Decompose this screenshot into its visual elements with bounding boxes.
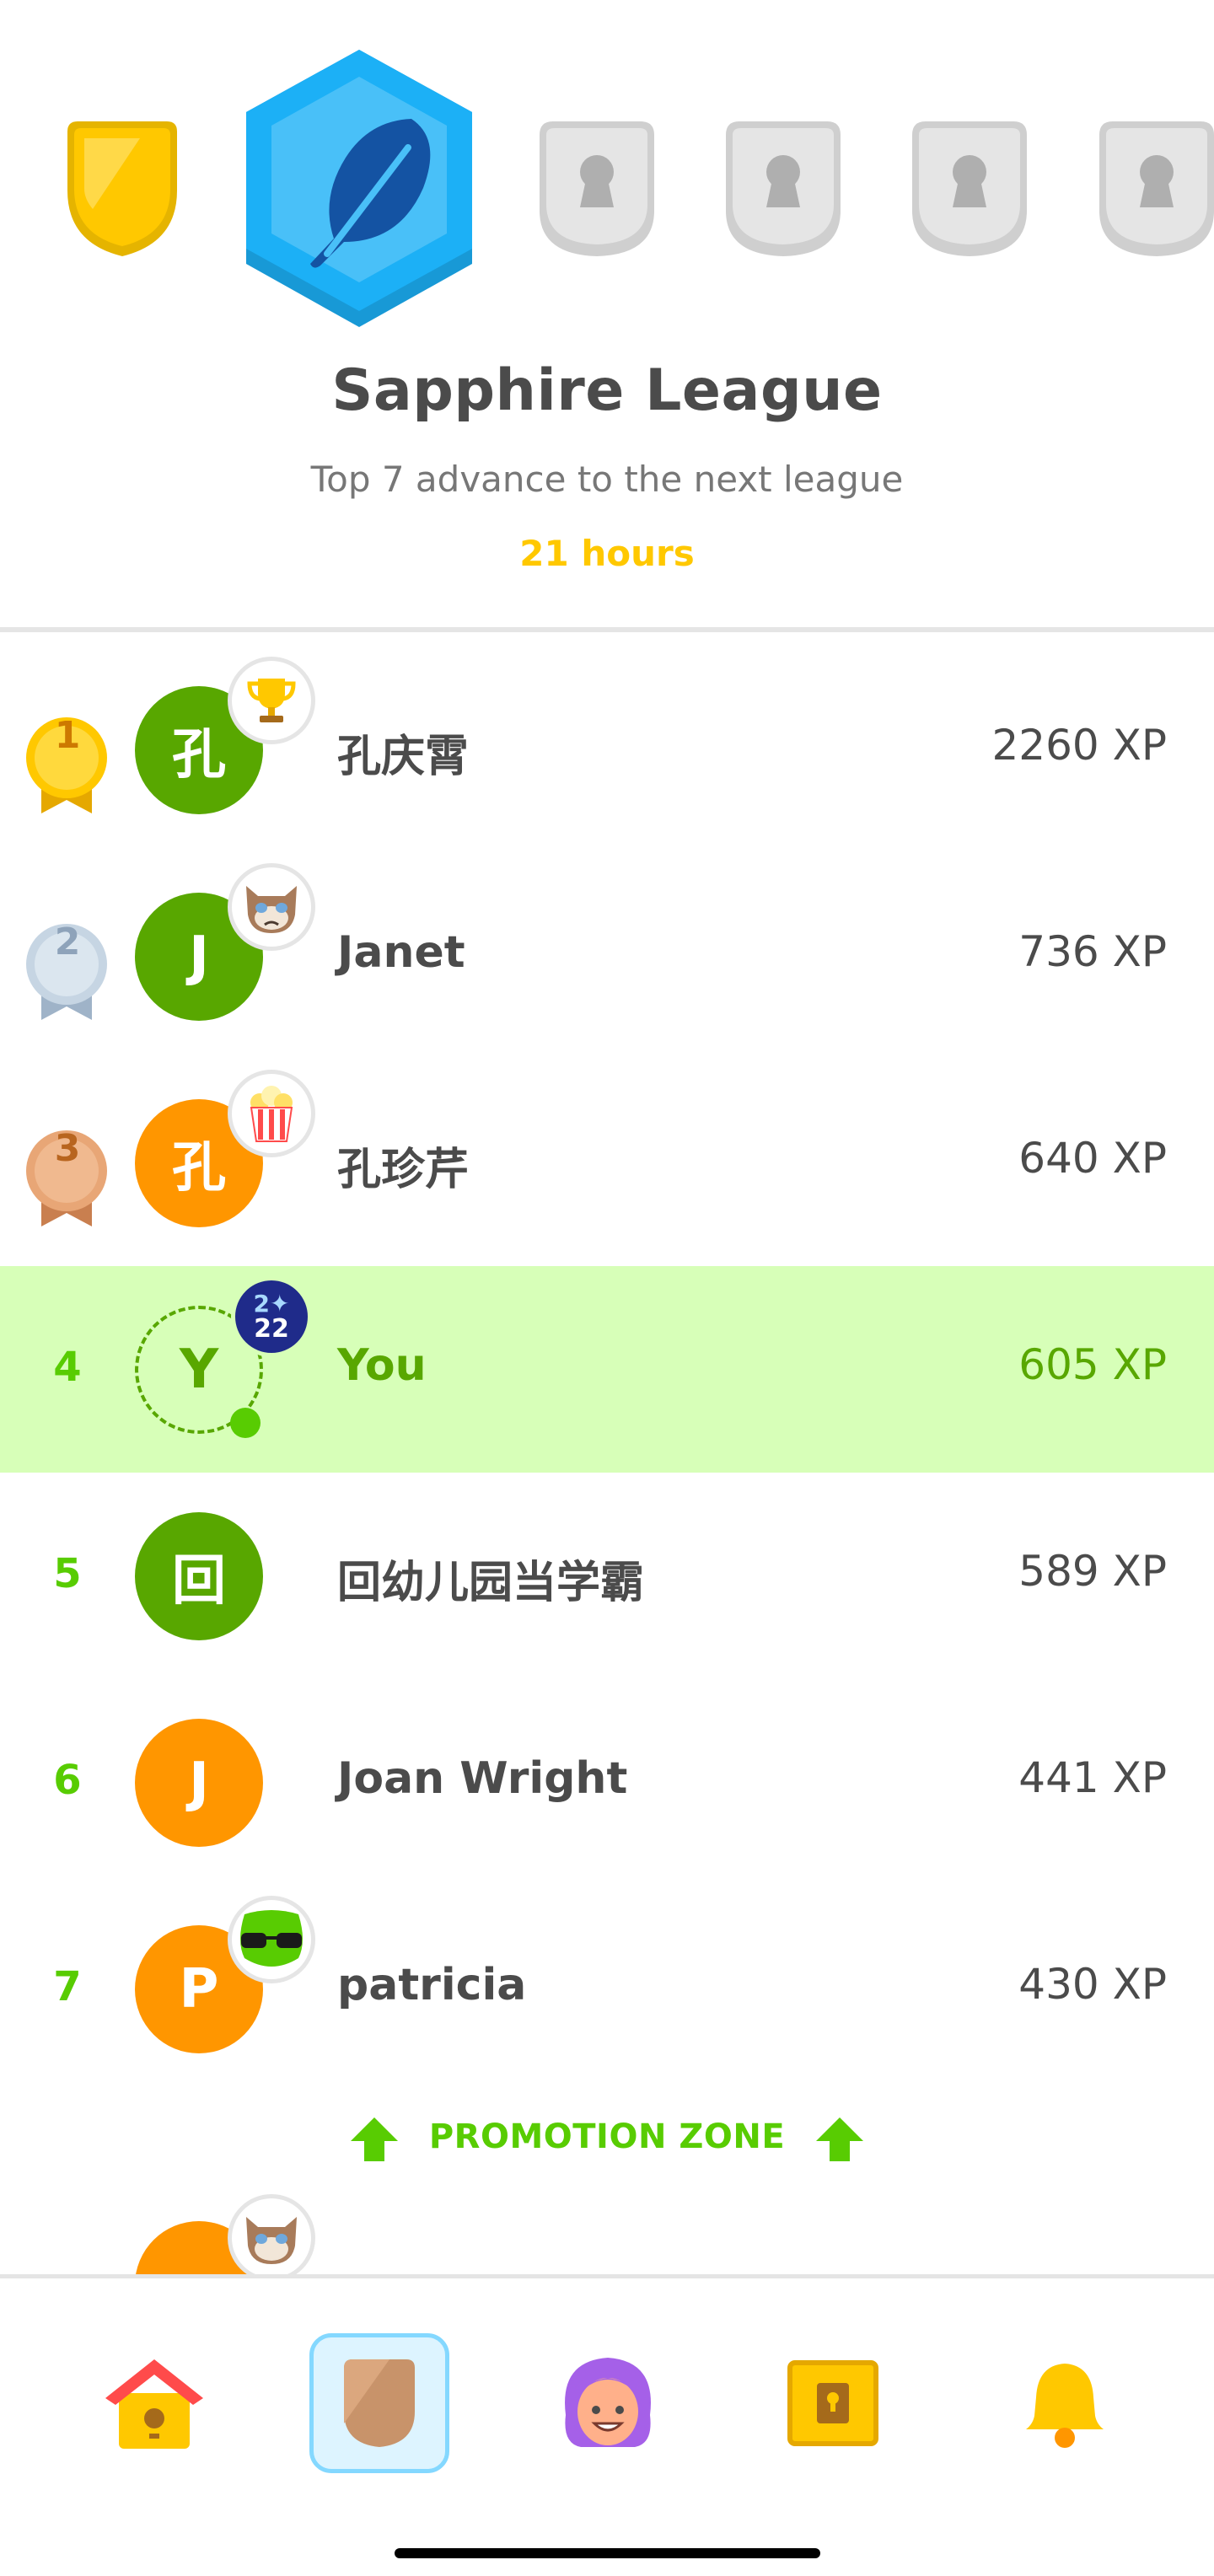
gold-league-badge-icon[interactable]: [59, 116, 185, 260]
nav-profile-button[interactable]: [538, 2333, 678, 2473]
leaderboard-row[interactable]: 6 J Joan Wright 441 XP: [0, 1679, 1214, 1886]
nav-alerts-button[interactable]: [995, 2333, 1135, 2473]
nav-home-button[interactable]: [84, 2333, 224, 2473]
user-xp: 589 XP: [1018, 1547, 1167, 1596]
year-badge-top: 2✦: [253, 1290, 290, 1318]
avatar[interactable]: 回: [135, 1512, 263, 1640]
nav-leagues-button[interactable]: [309, 2333, 449, 2473]
locked-league-badge-icon[interactable]: [905, 116, 1034, 260]
grumpy-cat-icon: [228, 2194, 315, 2274]
rank-number: 6: [53, 1757, 82, 1804]
promotion-zone-label: PROMOTION ZONE: [428, 2117, 786, 2156]
league-badge-strip: [0, 0, 1214, 354]
header-divider: [0, 627, 1214, 632]
birdhouse-icon: [105, 2359, 203, 2449]
treasure-chest-icon: [787, 2360, 878, 2446]
rank-number: 7: [53, 1963, 82, 2010]
user-xp: 2260 XP: [991, 721, 1167, 770]
league-time-left: 21 hours: [519, 533, 695, 574]
user-xp: 441 XP: [1018, 1753, 1167, 1802]
league-title: Sapphire League: [331, 357, 883, 424]
popcorn-icon: [228, 1070, 315, 1157]
year-badge-icon: 2✦ 22: [231, 1276, 312, 1357]
user-xp: 640 XP: [1018, 1134, 1167, 1183]
promotion-zone-divider: PROMOTION ZONE: [0, 2107, 1214, 2166]
user-name: patricia: [337, 1960, 527, 2010]
leaderboard-row-you[interactable]: 4 Y 2✦ 22 You 605 XP: [0, 1266, 1214, 1473]
user-name: Janet: [337, 927, 465, 978]
rank-number: 4: [53, 1344, 82, 1391]
leaderboard-row[interactable]: 3 孔 孔珍芹 640 XP: [0, 1060, 1214, 1266]
leaderboard-row[interactable]: 2 J Janet 736 XP: [0, 853, 1214, 1060]
online-indicator: [230, 1408, 261, 1438]
home-indicator: [395, 2548, 820, 2558]
locked-league-badge-icon[interactable]: [1093, 116, 1214, 260]
locked-league-badge-icon[interactable]: [533, 116, 661, 260]
rank-number: 1: [54, 714, 81, 757]
locked-league-badge-icon[interactable]: [719, 116, 847, 260]
leaderboard-row[interactable]: 7 P patricia 430 XP: [0, 1886, 1214, 2092]
bell-icon: [1026, 2364, 1104, 2448]
avatar[interactable]: J: [135, 1719, 263, 1847]
user-xp: 736 XP: [1018, 927, 1167, 976]
user-name: Joan Wright: [337, 1753, 628, 1804]
rank-number: 3: [54, 1127, 81, 1170]
up-arrow-icon: [816, 2117, 863, 2161]
shield-icon: [344, 2359, 415, 2447]
grumpy-cat-icon: [228, 863, 315, 951]
user-name: 回幼儿园当学霸: [337, 1558, 645, 1608]
user-name: You: [337, 1340, 427, 1391]
avatar-icon: [565, 2358, 651, 2447]
year-badge-bottom: 22: [254, 1314, 289, 1344]
leaderboard-row-partial[interactable]: [0, 2187, 1214, 2274]
trophy-icon: [228, 657, 315, 744]
user-name: 孔庆霄: [337, 732, 470, 782]
leaderboard-row[interactable]: 5 回 回幼儿园当学霸 589 XP: [0, 1473, 1214, 1679]
rank-number: 5: [53, 1550, 82, 1597]
user-name: 孔珍芹: [337, 1145, 470, 1195]
user-xp: 605 XP: [1018, 1340, 1167, 1389]
rank-number: 2: [54, 920, 81, 963]
sapphire-league-badge-icon[interactable]: [243, 46, 475, 330]
bottom-nav: [0, 2278, 1214, 2576]
sunglasses-owl-icon: [228, 1896, 315, 1983]
leaderboard-row[interactable]: 1 孔 孔庆霄 2260 XP: [0, 647, 1214, 853]
league-subtitle: Top 7 advance to the next league: [310, 459, 904, 500]
user-xp: 430 XP: [1018, 1960, 1167, 2009]
nav-shop-button[interactable]: [763, 2333, 903, 2473]
